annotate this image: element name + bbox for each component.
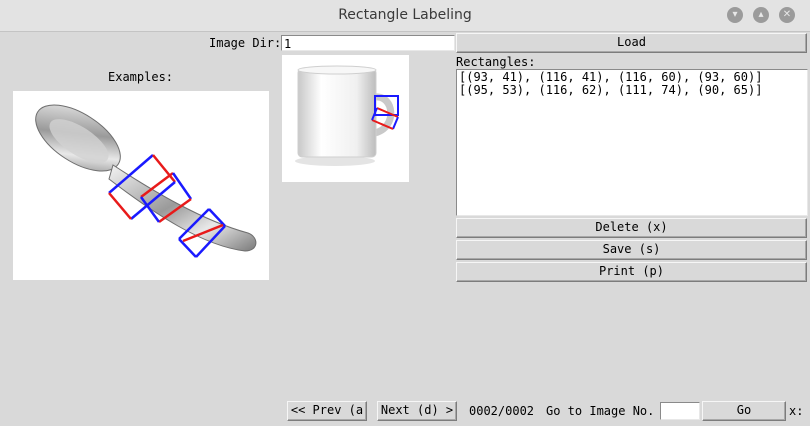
go-button[interactable]: Go (702, 401, 786, 421)
prev-button[interactable]: << Prev (a (287, 401, 367, 421)
image-dir-input[interactable]: 1 (281, 35, 455, 51)
example-image (13, 91, 269, 280)
goto-input[interactable] (660, 402, 700, 420)
maximize-icon[interactable]: ▴ (753, 7, 769, 23)
trailing-label: x: (789, 404, 804, 418)
save-button[interactable]: Save (s) (456, 240, 807, 260)
image-counter: 0002/0002 (469, 404, 535, 418)
rectangles-listbox[interactable]: [(93, 41), (116, 41), (116, 60), (93, 60… (456, 69, 808, 216)
current-image[interactable] (282, 55, 409, 182)
next-button[interactable]: Next (d) > (377, 401, 457, 421)
delete-button[interactable]: Delete (x) (456, 218, 807, 238)
minimize-icon[interactable]: ▾ (727, 7, 743, 23)
rectangles-label: Rectangles: (456, 55, 536, 69)
image-dir-label: Image Dir: (209, 36, 282, 50)
goto-label: Go to Image No. (546, 404, 655, 418)
print-button[interactable]: Print (p) (456, 262, 807, 282)
list-item[interactable]: [(95, 53), (116, 62), (111, 74), (90, 65… (459, 84, 805, 97)
examples-label: Examples: (108, 70, 174, 84)
load-button[interactable]: Load (456, 33, 807, 53)
example-spoon-illustration (35, 104, 257, 258)
window-title: Rectangle Labeling (338, 7, 472, 23)
window-titlebar: Rectangle Labeling ▾ ▴ ✕ (0, 0, 810, 32)
close-icon[interactable]: ✕ (779, 7, 795, 23)
mug-illustration (295, 65, 399, 166)
